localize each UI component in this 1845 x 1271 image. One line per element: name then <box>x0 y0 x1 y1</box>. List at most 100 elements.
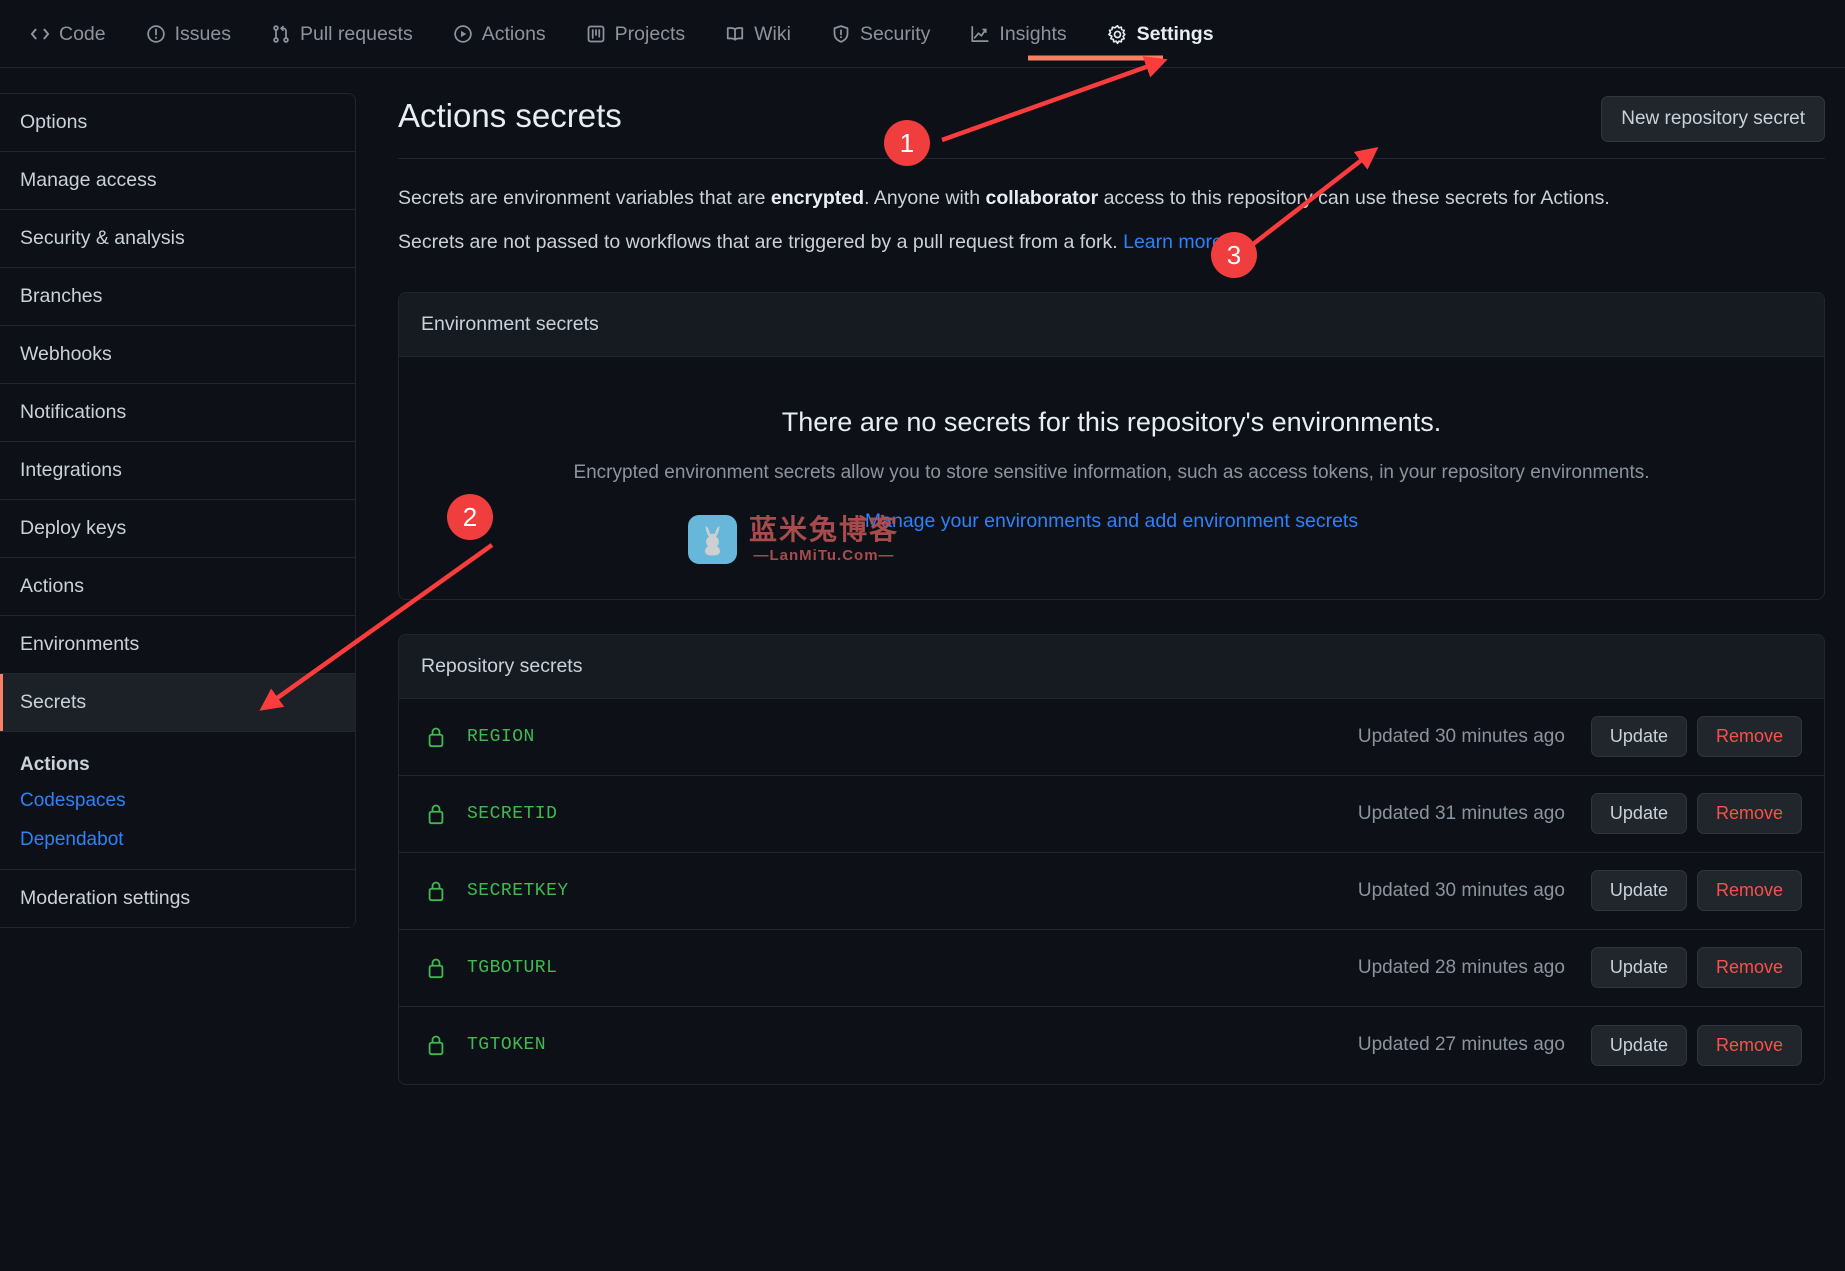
sidebar-sublink-dependabot[interactable]: Dependabot <box>20 829 124 851</box>
nav-tab-wiki[interactable]: Wiki <box>705 1 811 67</box>
manage-environments-link[interactable]: Manage your environments and add environ… <box>865 510 1358 532</box>
table-row: SECRETKEY Updated 30 minutes ago Update … <box>399 853 1824 930</box>
remove-secret-button[interactable]: Remove <box>1696 793 1802 834</box>
sidebar-item-label: Secrets <box>20 691 87 713</box>
secret-name: SECRETKEY <box>467 880 569 901</box>
nav-tab-label: Settings <box>1136 22 1214 45</box>
nav-tab-label: Security <box>859 22 931 45</box>
nav-tab-label: Insights <box>999 22 1067 45</box>
empty-state-subtitle: Encrypted environment secrets allow you … <box>573 461 1650 483</box>
repository-secrets-header: Repository secrets <box>399 634 1824 699</box>
sidebar-item-actions[interactable]: Actions <box>0 558 355 616</box>
lock-icon <box>425 725 447 749</box>
remove-secret-button[interactable]: Remove <box>1696 870 1802 911</box>
secret-name: REGION <box>467 726 535 747</box>
secret-updated-time: Updated 28 minutes ago <box>1357 956 1565 978</box>
sidebar-item-manage-access[interactable]: Manage access <box>0 152 355 210</box>
lock-icon <box>425 879 447 903</box>
remove-secret-button[interactable]: Remove <box>1696 947 1802 988</box>
sidebar-secrets-subgroup: Actions Codespaces Dependabot <box>0 732 355 870</box>
sidebar-item-label: Moderation settings <box>20 887 191 909</box>
nav-tab-issues[interactable]: Issues <box>126 1 251 67</box>
sidebar-item-label: Environments <box>20 633 140 655</box>
desc1-bold-encrypted: encrypted <box>770 187 865 209</box>
page-title: Actions secrets <box>398 97 622 134</box>
main-content: Actions secrets New repository secret Se… <box>356 68 1845 1271</box>
sidebar-item-label: Webhooks <box>20 343 112 365</box>
desc1-part1: Secrets are environment variables that a… <box>398 187 771 209</box>
desc2-part2: . <box>1222 231 1229 254</box>
nav-tab-label: Actions <box>481 22 546 45</box>
secret-updated-time: Updated 31 minutes ago <box>1357 802 1565 824</box>
sidebar-item-label: Deploy keys <box>20 517 127 539</box>
update-secret-button[interactable]: Update <box>1590 947 1687 988</box>
nav-tab-insights[interactable]: Insights <box>950 1 1086 67</box>
empty-state-title: There are no secrets for this repository… <box>781 406 1442 437</box>
nav-tab-code[interactable]: Code <box>10 1 126 67</box>
desc1-part3: access to this repository can use these … <box>1098 187 1610 209</box>
sidebar-sublink-codespaces[interactable]: Codespaces <box>20 790 126 812</box>
sidebar-item-secrets[interactable]: Secrets <box>0 674 355 732</box>
update-secret-button[interactable]: Update <box>1590 793 1687 834</box>
secret-updated-time: Updated 30 minutes ago <box>1357 879 1565 901</box>
lock-icon <box>425 956 447 980</box>
book-icon <box>725 24 745 44</box>
project-board-icon <box>586 24 606 44</box>
code-icon <box>30 24 50 44</box>
sidebar-item-label: Manage access <box>20 169 157 191</box>
sidebar-item-environments[interactable]: Environments <box>0 616 355 674</box>
settings-sidebar: Options Manage access Security & analysi… <box>0 68 356 1271</box>
nav-tab-projects[interactable]: Projects <box>566 1 705 67</box>
nav-tab-label: Issues <box>174 22 231 45</box>
environment-secrets-empty-state: There are no secrets for this repository… <box>399 357 1824 599</box>
repository-secrets-card: Repository secrets REGION Updated 30 min… <box>398 633 1825 1085</box>
nav-tab-label: Wiki <box>754 22 791 45</box>
new-repository-secret-button[interactable]: New repository secret <box>1601 96 1825 142</box>
secrets-description-1: Secrets are environment variables that a… <box>398 184 1825 213</box>
update-secret-button[interactable]: Update <box>1590 870 1687 911</box>
table-row: TGBOTURL Updated 28 minutes ago Update R… <box>399 930 1824 1007</box>
remove-secret-button[interactable]: Remove <box>1696 1024 1802 1066</box>
page-header: Actions secrets New repository secret <box>398 96 1825 159</box>
gear-icon <box>1107 24 1128 45</box>
nav-tab-settings[interactable]: Settings <box>1087 1 1234 67</box>
nav-tab-pull-requests[interactable]: Pull requests <box>251 1 433 67</box>
lock-icon <box>425 1033 447 1057</box>
sidebar-item-security-analysis[interactable]: Security & analysis <box>0 210 355 268</box>
update-secret-button[interactable]: Update <box>1590 1024 1687 1066</box>
remove-secret-button[interactable]: Remove <box>1696 716 1802 757</box>
desc2-part1: Secrets are not passed to workflows that… <box>398 231 1124 254</box>
table-row: REGION Updated 30 minutes ago Update Rem… <box>399 699 1824 776</box>
play-circle-icon <box>453 24 473 44</box>
sidebar-item-label: Branches <box>20 285 103 307</box>
desc1-part2: . Anyone with <box>864 187 986 209</box>
secret-updated-time: Updated 27 minutes ago <box>1357 1034 1565 1055</box>
sidebar-group-title: Actions <box>20 754 90 775</box>
learn-more-link[interactable]: Learn more <box>1123 231 1223 253</box>
sidebar-item-options[interactable]: Options <box>0 94 355 152</box>
nav-tab-actions[interactable]: Actions <box>433 1 566 67</box>
sidebar-item-notifications[interactable]: Notifications <box>0 384 355 442</box>
secret-name: TGTOKEN <box>467 1035 547 1055</box>
sidebar-item-moderation-settings[interactable]: Moderation settings <box>0 870 355 928</box>
nav-tab-label: Pull requests <box>299 22 413 45</box>
secret-updated-time: Updated 30 minutes ago <box>1357 725 1565 747</box>
sidebar-item-deploy-keys[interactable]: Deploy keys <box>0 500 355 558</box>
sidebar-item-webhooks[interactable]: Webhooks <box>0 326 355 384</box>
page-body: Options Manage access Security & analysi… <box>0 68 1845 1271</box>
sidebar-item-branches[interactable]: Branches <box>0 268 355 326</box>
sidebar-item-label: Options <box>20 111 88 133</box>
sidebar-item-label: Security & analysis <box>20 227 185 249</box>
nav-tab-label: Projects <box>614 22 686 45</box>
issue-opened-icon <box>146 24 166 44</box>
lock-icon <box>425 802 447 826</box>
nav-tab-security[interactable]: Security <box>811 1 950 67</box>
environment-secrets-card: Environment secrets There are no secrets… <box>398 291 1825 600</box>
update-secret-button[interactable]: Update <box>1590 716 1687 757</box>
secrets-description-2: Secrets are not passed to workflows that… <box>398 228 1825 257</box>
environment-secrets-header: Environment secrets <box>399 292 1824 357</box>
sidebar-item-label: Actions <box>20 575 84 597</box>
shield-icon <box>831 24 851 44</box>
repository-nav-bar: Code Issues Pull requests Actions Projec… <box>0 0 1845 68</box>
sidebar-item-integrations[interactable]: Integrations <box>0 442 355 500</box>
